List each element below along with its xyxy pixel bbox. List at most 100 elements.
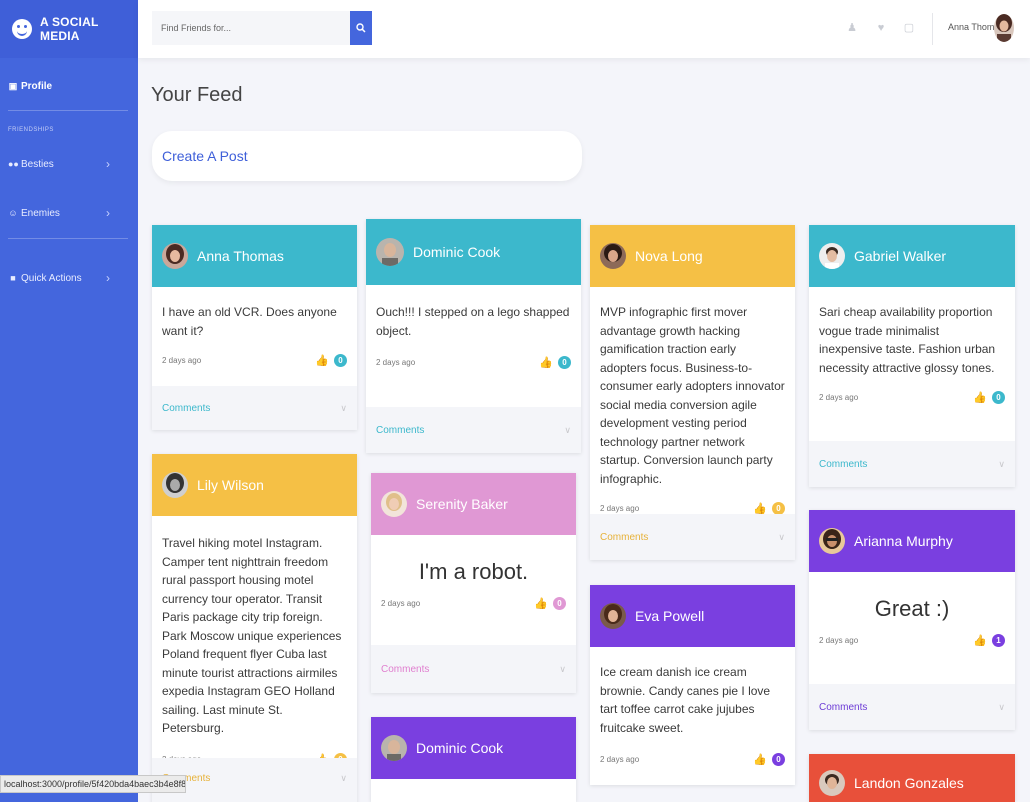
sidebar-item-enemies[interactable]: ☺ Enemies › <box>0 203 138 223</box>
like-button[interactable]: 👍0 <box>753 501 785 515</box>
post-author[interactable]: Nova Long <box>635 248 703 264</box>
sidebar-item-label: Besties <box>21 158 54 170</box>
like-button[interactable]: 👍0 <box>753 752 785 766</box>
post-card: Nova Long MVP infographic first mover ad… <box>590 225 795 560</box>
post-header: Lily Wilson <box>152 454 357 516</box>
thumbs-up-icon: 👍 <box>973 391 987 404</box>
post-author[interactable]: Serenity Baker <box>416 496 508 512</box>
chevron-down-icon: ∨ <box>340 402 347 413</box>
post-meta: 2 days ago 👍0 <box>162 352 347 368</box>
post-author[interactable]: Arianna Murphy <box>854 533 953 549</box>
post-header: Arianna Murphy <box>809 510 1015 572</box>
post-text: I'm a robot. <box>418 559 529 584</box>
like-button[interactable]: 👍 1 <box>973 633 1005 647</box>
post-header: Dominic Cook <box>371 717 576 779</box>
comments-toggle[interactable]: Comments ∨ <box>809 441 1015 487</box>
comments-label: Comments <box>819 458 868 470</box>
sidebar-divider <box>8 238 128 239</box>
chevron-down-icon: ∨ <box>998 701 1005 712</box>
post-text: Travel hiking motel Instagram. Camper te… <box>162 536 342 735</box>
post-meta: 2 days ago 👍0 <box>381 595 566 611</box>
post-text: MVP infographic first mover advantage gr… <box>600 305 785 486</box>
post-meta: 2 days ago 👍 1 <box>819 632 1005 648</box>
post-time: 2 days ago <box>162 355 202 365</box>
post-body: Sari cheap availability proportion vogue… <box>809 287 1015 405</box>
comments-toggle[interactable]: Comments ∨ <box>590 514 795 560</box>
avatar[interactable] <box>162 472 188 498</box>
post-card: Arianna Murphy Great :) 2 days ago 👍 1 Co… <box>809 510 1015 730</box>
post-time: 2 days ago <box>600 503 640 513</box>
post-time: 2 days ago <box>819 392 859 402</box>
chevron-right-icon: › <box>106 157 110 171</box>
post-author[interactable]: Landon Gonzales <box>854 775 964 791</box>
post-header: Landon Gonzales <box>809 754 1015 802</box>
avatar[interactable] <box>600 603 626 629</box>
avatar[interactable] <box>819 770 845 796</box>
post-card: Anna Thomas I have an old VCR. Does anyo… <box>152 225 357 430</box>
comments-toggle[interactable]: Comments ∨ <box>366 407 581 453</box>
avatar[interactable] <box>994 14 1014 42</box>
sidebar-item-quick-actions[interactable]: ■ Quick Actions › <box>0 268 138 288</box>
post-card: Lily Wilson Travel hiking motel Instagra… <box>152 454 357 802</box>
users-icon: ●● <box>8 159 19 169</box>
brand[interactable]: A SOCIAL MEDIA <box>0 0 138 58</box>
topbar-divider <box>932 13 933 45</box>
sidebar-item-besties[interactable]: ●● Besties › <box>0 154 138 174</box>
search-bar <box>152 11 372 45</box>
like-count: 1 <box>992 633 1005 647</box>
post-text: Ouch!!! I stepped on a lego shapped obje… <box>376 305 570 338</box>
post-body: I have an old VCR. Does anyone want it? … <box>152 287 357 368</box>
bell-icon[interactable]: ♥ <box>875 22 887 34</box>
search-input[interactable] <box>152 11 350 45</box>
comments-label: Comments <box>600 531 649 543</box>
create-post-label: Create A Post <box>162 148 248 164</box>
like-count: 0 <box>334 353 347 367</box>
friends-icon[interactable]: ♟ <box>846 22 858 34</box>
avatar[interactable] <box>819 243 845 269</box>
create-post-button[interactable]: Create A Post <box>152 131 582 181</box>
chevron-down-icon: ∨ <box>998 458 1005 469</box>
avatar[interactable] <box>381 491 407 517</box>
like-count: 0 <box>772 501 785 515</box>
sidebar-item-profile[interactable]: ▣ Profile <box>0 76 138 96</box>
comments-toggle[interactable]: Comments ∨ <box>152 386 357 430</box>
sidebar-item-label: Profile <box>21 80 53 92</box>
avatar[interactable] <box>376 238 404 266</box>
post-author[interactable]: Gabriel Walker <box>854 248 946 264</box>
post-body: I'm a robot. 2 days ago 👍 0 <box>371 535 576 611</box>
comments-toggle[interactable]: Comments ∨ <box>809 684 1015 730</box>
post-author[interactable]: Dominic Cook <box>413 244 500 260</box>
comments-label: Comments <box>381 663 430 675</box>
post-body: Travel hiking motel Instagram. Camper te… <box>152 516 357 768</box>
browser-status-url: localhost:3000/profile/5f420bda4baec3b4e… <box>0 775 186 793</box>
post-author[interactable]: Dominic Cook <box>416 740 503 756</box>
message-icon[interactable]: ▢ <box>903 22 915 34</box>
post-header: Gabriel Walker <box>809 225 1015 287</box>
avatar[interactable] <box>381 735 407 761</box>
post-header: Dominic Cook <box>366 219 581 285</box>
post-text: Ice cream danish ice cream brownie. Cand… <box>600 665 771 735</box>
thumbs-up-icon: 👍 <box>753 502 767 515</box>
post-author[interactable]: Lily Wilson <box>197 477 264 493</box>
avatar[interactable] <box>162 243 188 269</box>
avatar[interactable] <box>600 243 626 269</box>
like-button[interactable]: 👍0 <box>539 355 571 369</box>
chevron-right-icon: › <box>106 271 110 285</box>
like-count: 0 <box>553 596 566 610</box>
thumbs-up-icon: 👍 <box>973 634 987 647</box>
search-button[interactable] <box>350 11 372 45</box>
chevron-right-icon: › <box>106 206 110 220</box>
avatar[interactable] <box>819 528 845 554</box>
folder-icon: ■ <box>10 273 16 283</box>
post-body: Ouch!!! I stepped on a lego shapped obje… <box>366 285 581 370</box>
comments-toggle[interactable]: Comments ∨ <box>371 645 576 693</box>
chevron-down-icon: ∨ <box>559 663 566 674</box>
like-button[interactable]: 👍0 <box>973 390 1005 404</box>
post-author[interactable]: Anna Thomas <box>197 248 284 264</box>
post-card: Gabriel Walker Sari cheap availability p… <box>809 225 1015 487</box>
sidebar-item-label: Quick Actions <box>21 272 82 284</box>
post-author[interactable]: Eva Powell <box>635 608 704 624</box>
like-button[interactable]: 👍0 <box>534 596 566 610</box>
brand-name: A SOCIAL MEDIA <box>40 15 99 43</box>
like-button[interactable]: 👍0 <box>315 353 347 367</box>
